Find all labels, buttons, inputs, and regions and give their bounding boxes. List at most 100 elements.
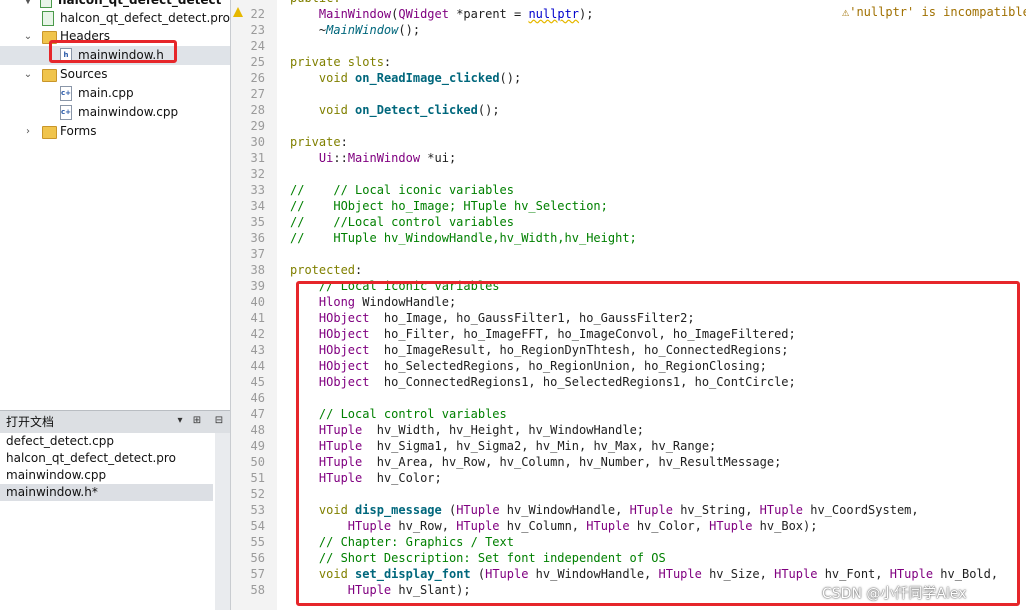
code-line: HTuple hv_Color; (318, 471, 442, 485)
line-number: 37 (250, 247, 265, 261)
line-number: 33 (250, 183, 265, 197)
line-number: 30 (250, 135, 265, 149)
open-doc-item[interactable]: halcon_qt_defect_detect.pro (0, 450, 213, 467)
line-number: 26 (250, 71, 265, 85)
line-number: 24 (250, 39, 265, 53)
project-tree: ▼ halcon_qt_defect_detect halcon_qt_defe… (0, 0, 230, 410)
line-number: 31 (250, 151, 265, 165)
tree-item-mainwindow-cpp[interactable]: c+ mainwindow.cpp (0, 103, 230, 122)
code-line: Hlong WindowHandle; (318, 295, 457, 309)
tree-item-forms[interactable]: › Forms (0, 122, 230, 141)
code-line: HObject ho_Image, ho_GaussFilter1, ho_Ga… (318, 311, 695, 325)
code-line: HTuple hv_Area, hv_Row, hv_Column, hv_Nu… (318, 455, 782, 469)
chevron-right-icon[interactable]: › (22, 122, 34, 141)
code-line: HObject ho_SelectedRegions, ho_RegionUni… (318, 359, 767, 373)
code-line: HTuple hv_Sigma1, hv_Sigma2, hv_Min, hv_… (318, 439, 717, 453)
line-number: 50 (250, 455, 265, 469)
line-number: 53 (250, 503, 265, 517)
code-line: private: (290, 135, 348, 149)
folder-icon (42, 126, 57, 139)
code-line: void on_ReadImage_clicked(); (318, 71, 522, 85)
cpp-file-icon: c+ (60, 86, 72, 101)
line-number: 23 (250, 23, 265, 37)
line-number: 51 (250, 471, 265, 485)
open-doc-item[interactable]: defect_detect.cpp (0, 433, 213, 450)
code-line: HTuple hv_Width, hv_Height, hv_WindowHan… (318, 423, 645, 437)
code-line: ~MainWindow(); (290, 23, 421, 37)
code-line: void set_display_font (HTuple hv_WindowH… (318, 567, 999, 581)
code-line: // Chapter: Graphics / Text (290, 535, 514, 549)
code-line: protected: (290, 263, 363, 277)
code-line: // Local iconic variables (290, 279, 500, 293)
line-number: 32 (250, 167, 265, 181)
dropdown-icon[interactable]: ▾ (173, 414, 187, 428)
line-number: 27 (250, 87, 265, 101)
line-number: 44 (250, 359, 265, 373)
line-number: 25 (250, 55, 265, 69)
tree-item-label: Forms (60, 124, 97, 138)
left-panel: ▼ halcon_qt_defect_detect halcon_qt_defe… (0, 0, 231, 610)
code-line: // // Local iconic variables (290, 183, 514, 197)
code-line: private slots: (290, 55, 392, 69)
line-number: 38 (250, 263, 265, 277)
open-doc-item[interactable]: mainwindow.cpp (0, 467, 213, 484)
line-number: 49 (250, 439, 265, 453)
tree-item-label: main.cpp (78, 86, 134, 100)
project-icon (40, 0, 52, 8)
code-line: HTuple hv_Row, HTuple hv_Column, HTuple … (347, 519, 818, 533)
open-documents-list: defect_detect.cpp halcon_qt_defect_detec… (0, 433, 215, 610)
code-line: Ui::MainWindow *ui; (318, 151, 457, 165)
inline-warning-message: ⚠'nullptr' is incompatible (842, 5, 1026, 19)
line-number: 42 (250, 327, 265, 341)
code-line: // HTuple hv_WindowHandle,hv_Width,hv_He… (290, 231, 637, 245)
code-line: HObject ho_ImageResult, ho_RegionDynThte… (318, 343, 789, 357)
line-number: 58 (250, 583, 265, 597)
line-number: 29 (250, 119, 265, 133)
code-line: // HObject ho_Image; HTuple hv_Selection… (290, 199, 608, 213)
watermark: CSDN @小仟同学Alex (822, 586, 967, 602)
close-pane-icon[interactable]: ⊟ (212, 414, 226, 428)
folder-icon (42, 69, 57, 82)
line-number: 56 (250, 551, 265, 565)
split-icon[interactable]: ⊞ (190, 414, 204, 428)
open-documents-scrollbar[interactable] (215, 433, 230, 610)
code-line: HTuple hv_Slant); (347, 583, 471, 597)
code-line: // Short Description: Set font independe… (290, 551, 666, 565)
cpp-file-icon: c+ (60, 105, 72, 120)
chevron-down-icon[interactable]: ⌄ (22, 27, 34, 46)
line-number: 39 (250, 279, 265, 293)
open-documents-header: 打开文档 ▾ ⊞ ⊟ (0, 410, 230, 434)
open-doc-item-selected[interactable]: mainwindow.h* (0, 484, 213, 501)
line-number: 52 (250, 487, 265, 501)
code-line: HObject ho_ConnectedRegions1, ho_Selecte… (318, 375, 796, 389)
code-line: // Local control variables (290, 407, 507, 421)
tree-item-label: halcon_qt_defect_detect.pro (60, 11, 230, 25)
line-number: 35 (250, 215, 265, 229)
line-number: 43 (250, 343, 265, 357)
tree-item-label: Sources (60, 67, 108, 81)
line-number: 28 (250, 103, 265, 117)
line-number: 36 (250, 231, 265, 245)
tree-item-main-cpp[interactable]: c+ main.cpp (0, 84, 230, 103)
line-number: 57 (250, 567, 265, 581)
line-number: 54 (250, 519, 265, 533)
code-line: HObject ho_Filter, ho_ImageFFT, ho_Image… (318, 327, 796, 341)
code-line: MainWindow(QWidget *parent = nullptr); (318, 7, 594, 21)
line-number: 22 (250, 7, 265, 21)
code-editor[interactable]: public: MainWindow(QWidget *parent = nul… (277, 0, 1026, 610)
line-number: 34 (250, 199, 265, 213)
line-number: 45 (250, 375, 265, 389)
code-line: void on_Detect_clicked(); (318, 103, 500, 117)
chevron-down-icon[interactable]: ⌄ (22, 65, 34, 84)
line-number: 47 (250, 407, 265, 421)
tree-item-sources[interactable]: ⌄ Sources (0, 65, 230, 84)
pro-file-icon (42, 11, 54, 26)
highlight-box-tree (49, 40, 177, 63)
line-number-gutter: 22 23 24 25 26 27 28 29 30 31 32 33 34 35 36 37 38 39 40 41… (231, 0, 277, 610)
code-line: // //Local control variables (290, 215, 514, 229)
line-number: 41 (250, 311, 265, 325)
line-number: 55 (250, 535, 265, 549)
open-documents-title: 打开文档 (6, 415, 55, 429)
line-number: 46 (250, 391, 265, 405)
tree-item-pro-file[interactable]: halcon_qt_defect_detect.pro (0, 9, 230, 28)
